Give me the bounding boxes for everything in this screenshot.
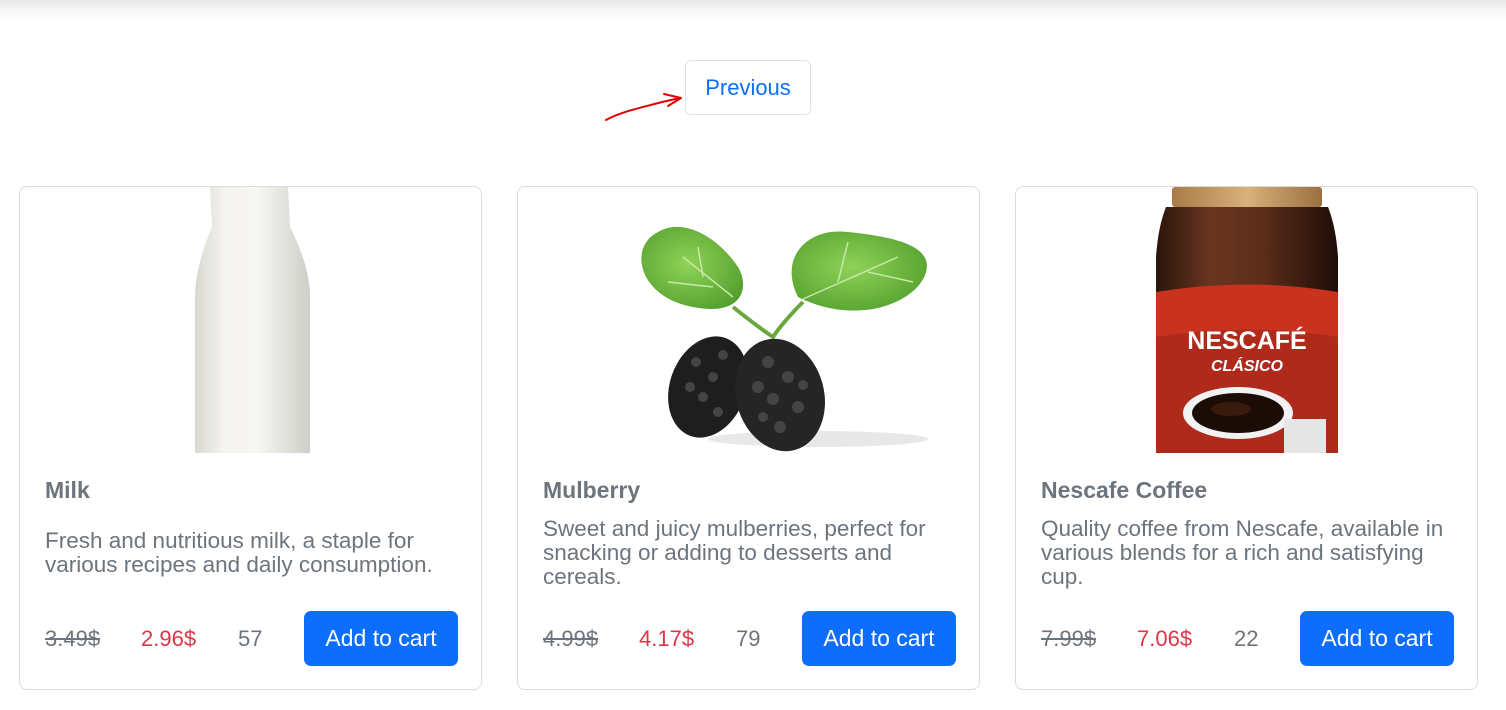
annotation-arrow-icon — [605, 93, 682, 121]
mulberry-image — [518, 187, 979, 453]
coffee-jar-image: NESCAFÉ CLÁSICO — [1016, 187, 1477, 453]
stock-count: 79 — [736, 626, 761, 651]
product-title: Milk — [45, 477, 90, 503]
milk-bottle-image — [20, 187, 481, 453]
add-to-cart-button[interactable]: Add to cart — [802, 611, 956, 666]
original-price: 7.99$ — [1041, 626, 1097, 651]
product-description: Quality coffee from Nescafe, available i… — [1041, 516, 1444, 589]
previous-page-button[interactable]: Previous — [685, 60, 811, 115]
original-price: 4.99$ — [543, 626, 599, 651]
sale-price: 2.96$ — [141, 626, 197, 651]
product-title: Nescafe Coffee — [1041, 477, 1208, 503]
sale-price: 4.17$ — [639, 626, 695, 651]
product-description: Fresh and nutritious milk, a staple for … — [45, 528, 433, 577]
add-to-cart-button[interactable]: Add to cart — [304, 611, 458, 666]
jar-subtitle-label: CLÁSICO — [1211, 356, 1284, 375]
product-card-nescafe: NESCAFÉ CLÁSICO Nescafe Coffee Quality c… — [1015, 186, 1478, 690]
stock-count: 57 — [238, 626, 263, 651]
add-to-cart-button[interactable]: Add to cart — [1300, 611, 1454, 666]
original-price: 3.49$ — [45, 626, 101, 651]
product-description: Sweet and juicy mulberries, perfect for … — [543, 516, 926, 589]
header-shadow — [0, 0, 1506, 22]
product-card-milk: Milk Fresh and nutritious milk, a staple… — [19, 186, 482, 690]
product-card-mulberry: Mulberry Sweet and juicy mulberries, per… — [517, 186, 980, 690]
stock-count: 22 — [1234, 626, 1259, 651]
jar-brand-label: NESCAFÉ — [1187, 326, 1306, 355]
sale-price: 7.06$ — [1137, 626, 1193, 651]
product-title: Mulberry — [543, 477, 641, 503]
